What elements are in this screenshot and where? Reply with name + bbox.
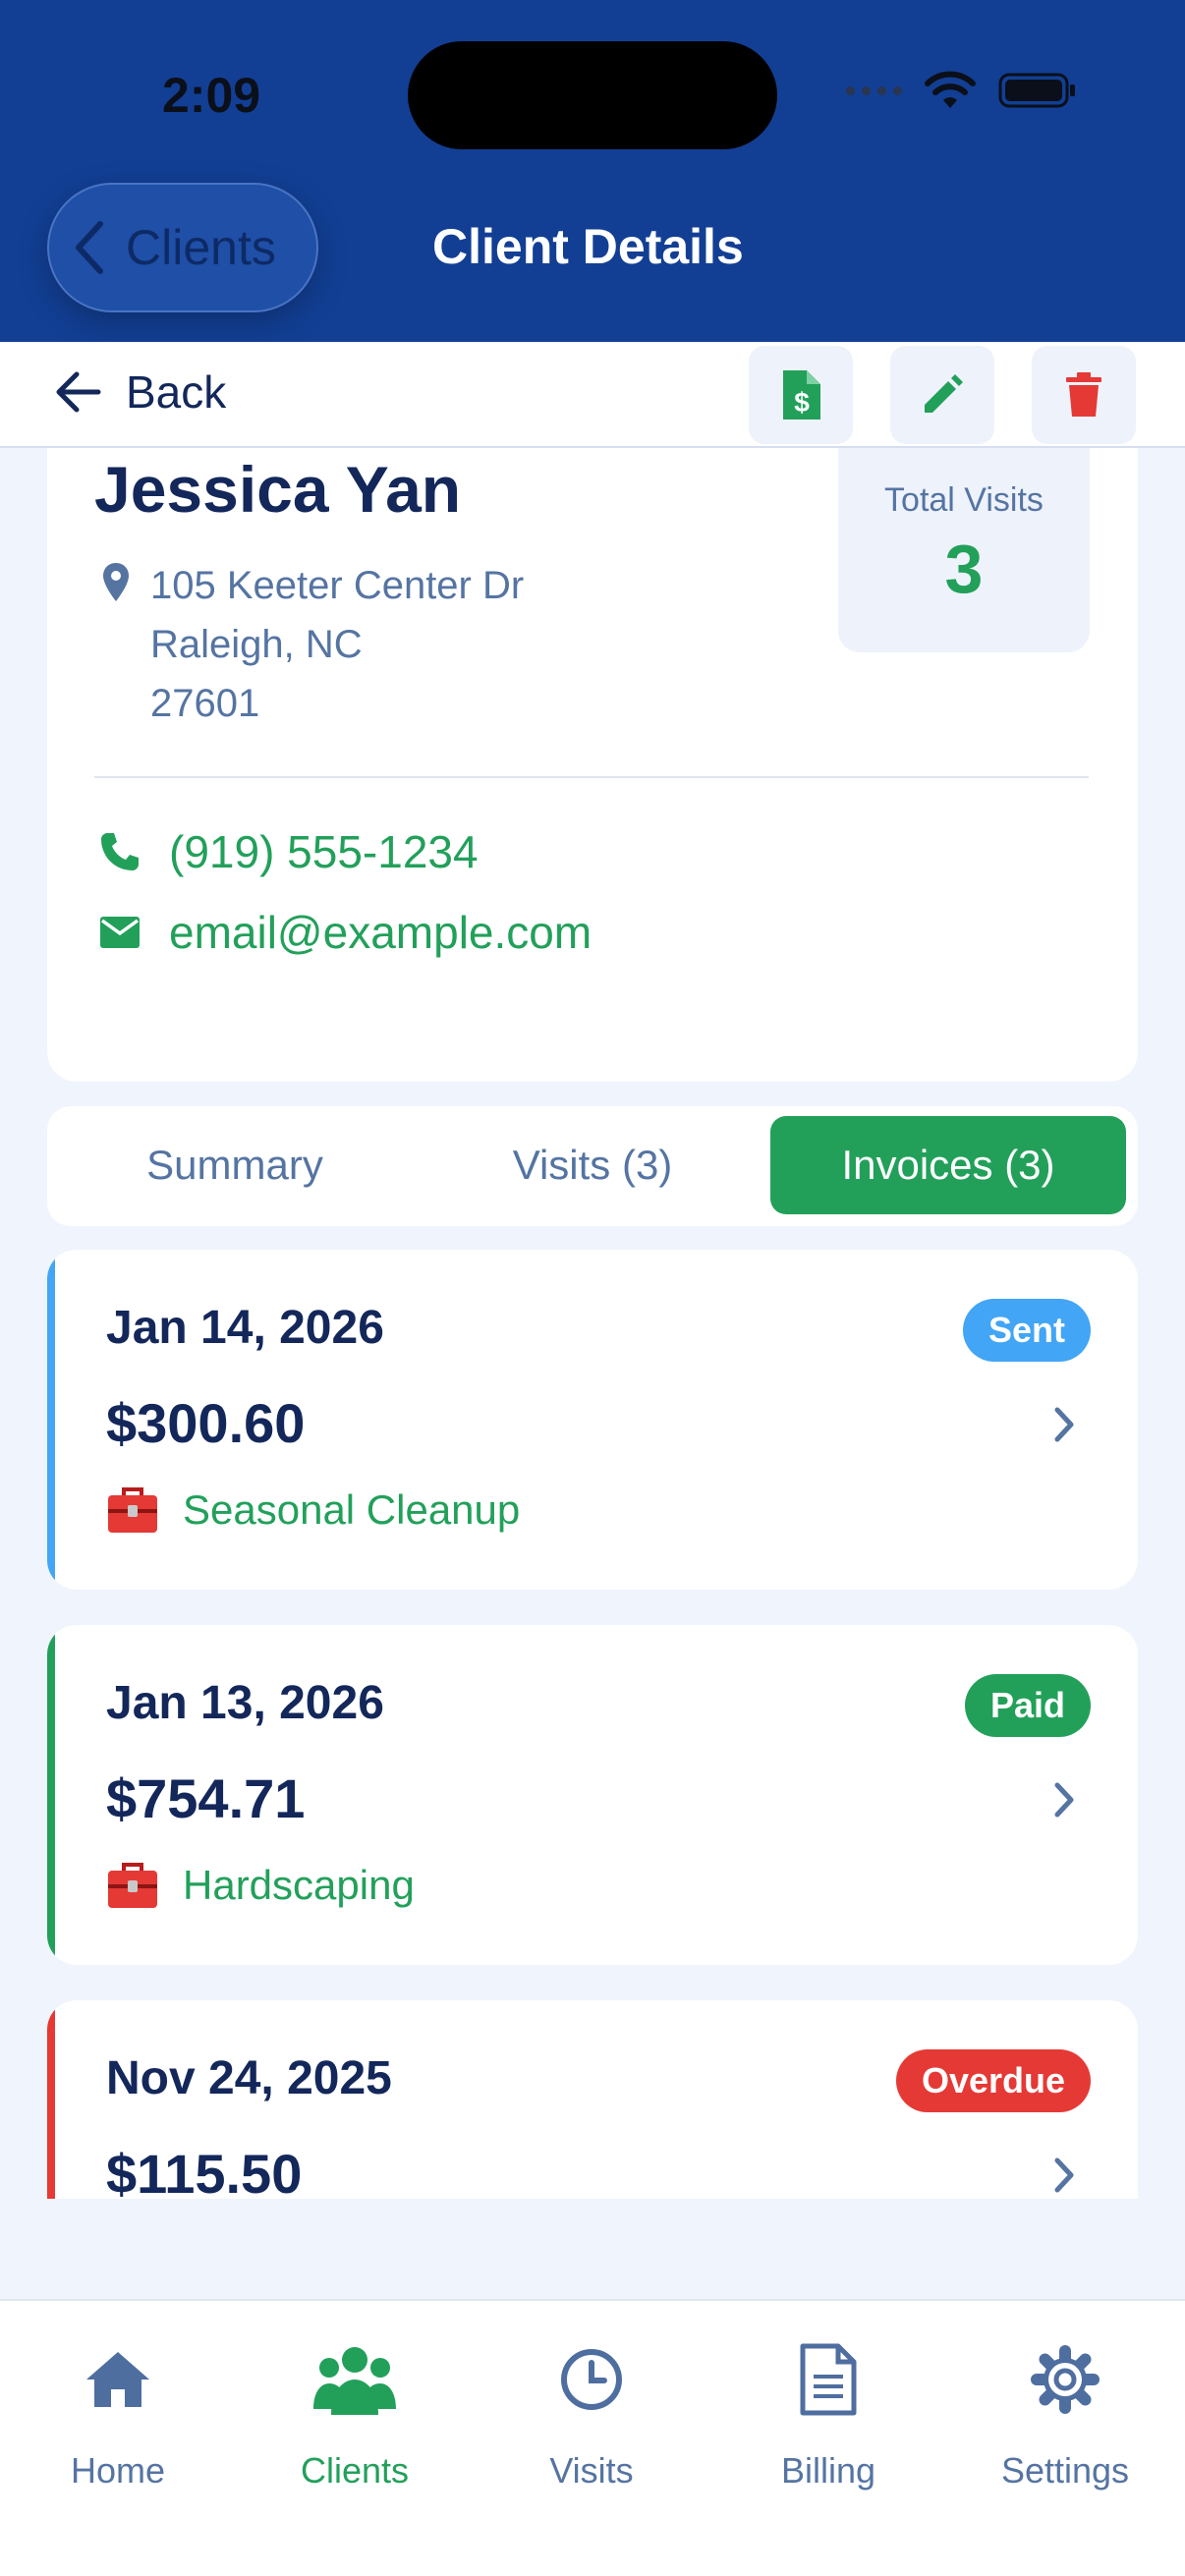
dynamic-island — [408, 41, 777, 149]
total-visits-count: 3 — [944, 531, 984, 607]
status-accent-bar — [47, 1250, 55, 1590]
nav-settings-label: Settings — [1000, 2450, 1130, 2491]
invoice-date: Jan 14, 2026 — [106, 1302, 384, 1354]
nav-home-label: Home — [70, 2450, 166, 2491]
divider — [94, 776, 1089, 778]
back-button[interactable]: Back — [51, 365, 226, 419]
wifi-icon — [925, 71, 976, 108]
nav-clients-label: Clients — [300, 2450, 410, 2491]
invoice-amount: $115.50 — [106, 2143, 303, 2199]
invoice-list: Jan 14, 2026 Sent $300.60 Seasonal Clean… — [47, 1250, 1138, 2199]
status-accent-bar — [47, 2000, 55, 2199]
tab-summary[interactable]: Summary — [57, 1116, 413, 1214]
pencil-icon — [925, 374, 963, 413]
users-icon — [313, 2347, 396, 2415]
nav-settings[interactable]: Settings — [947, 2330, 1183, 2492]
back-to-clients-label: Clients — [126, 220, 276, 275]
trash-icon — [1066, 372, 1101, 417]
signal-icon — [846, 85, 902, 95]
invoice-date: Jan 13, 2026 — [106, 1677, 384, 1729]
nav-billing-label: Billing — [780, 2450, 876, 2491]
chevron-right-icon — [1054, 1782, 1074, 1818]
document-icon — [800, 2343, 857, 2416]
invoice-card[interactable]: Jan 14, 2026 Sent $300.60 Seasonal Clean… — [47, 1250, 1138, 1590]
email-link[interactable]: email@example.com — [98, 906, 592, 959]
chevron-right-icon — [1054, 2157, 1074, 2193]
tab-visits[interactable]: Visits (3) — [415, 1116, 770, 1214]
status-icons — [846, 71, 1077, 110]
mail-icon — [100, 917, 140, 948]
svg-text:$: $ — [794, 387, 810, 418]
toolbox-icon — [108, 1487, 157, 1533]
total-visits-label: Total Visits — [884, 481, 1044, 519]
home-icon — [86, 2352, 149, 2407]
battery-icon — [998, 73, 1075, 108]
invoice-icon: $ — [783, 370, 820, 420]
nav-billing[interactable]: Billing — [710, 2330, 946, 2492]
status-time: 2:09 — [162, 68, 261, 123]
arrow-left-icon — [56, 371, 101, 413]
service-name: Hardscaping — [183, 1862, 415, 1908]
address-line-3: 27601 — [150, 682, 260, 725]
status-badge: Overdue — [895, 2049, 1091, 2112]
phone-icon — [101, 833, 139, 870]
client-name: Jessica Yan — [94, 453, 462, 526]
phone-link[interactable]: (919) 555-1234 — [98, 825, 479, 878]
invoice-card[interactable]: Jan 13, 2026 Paid $754.71 Hardscaping — [47, 1625, 1138, 1965]
invoice-amount: $300.60 — [106, 1392, 306, 1454]
status-badge: Sent — [962, 1299, 1091, 1362]
nav-home[interactable]: Home — [0, 2330, 236, 2492]
action-toolbar: Back $ — [0, 342, 1185, 448]
client-address: 105 Keeter Center Dr Raleigh, NC 27601 — [101, 556, 524, 733]
email-address: email@example.com — [169, 907, 592, 958]
address-line-1: 105 Keeter Center Dr — [150, 564, 525, 607]
nav-clients[interactable]: Clients — [237, 2330, 473, 2492]
nav-visits[interactable]: Visits — [474, 2330, 709, 2492]
phone-number: (919) 555-1234 — [169, 826, 479, 877]
delete-button[interactable] — [1032, 346, 1136, 444]
location-pin-icon — [103, 563, 129, 601]
invoice-service: Seasonal Cleanup — [106, 1485, 520, 1535]
back-label: Back — [126, 366, 227, 418]
address-line-2: Raleigh, NC — [150, 623, 363, 666]
nav-visits-label: Visits — [549, 2450, 634, 2491]
service-name: Seasonal Cleanup — [183, 1486, 521, 1533]
edit-button[interactable] — [890, 346, 994, 444]
status-badge: Paid — [964, 1674, 1091, 1737]
clock-icon — [561, 2349, 622, 2410]
invoice-amount: $754.71 — [106, 1767, 306, 1829]
top-header: 2:09 Clients Client Details — [0, 0, 1185, 342]
client-profile-card: Jessica Yan 105 Keeter Center Dr Raleigh… — [47, 448, 1138, 1082]
invoice-date: Nov 24, 2025 — [106, 2052, 392, 2104]
bottom-tab-bar: Home Clients Visits Billing Settings — [0, 2299, 1185, 2576]
back-to-clients-button[interactable]: Clients — [47, 183, 318, 312]
chevron-right-icon — [1054, 1407, 1074, 1442]
tab-invoices[interactable]: Invoices (3) — [770, 1116, 1126, 1214]
status-accent-bar — [47, 1625, 55, 1965]
page-title: Client Details — [432, 219, 744, 274]
detail-tabs: Summary Visits (3) Invoices (3) — [47, 1106, 1138, 1226]
create-invoice-button[interactable]: $ — [749, 346, 853, 444]
invoice-card[interactable]: Nov 24, 2025 Overdue $115.50 — [47, 2000, 1138, 2199]
toolbox-icon — [108, 1863, 157, 1908]
chevron-left-icon — [76, 221, 103, 274]
total-visits-box: Total Visits 3 — [838, 448, 1090, 652]
invoice-service: Hardscaping — [106, 1861, 415, 1910]
gear-icon — [1031, 2345, 1100, 2414]
